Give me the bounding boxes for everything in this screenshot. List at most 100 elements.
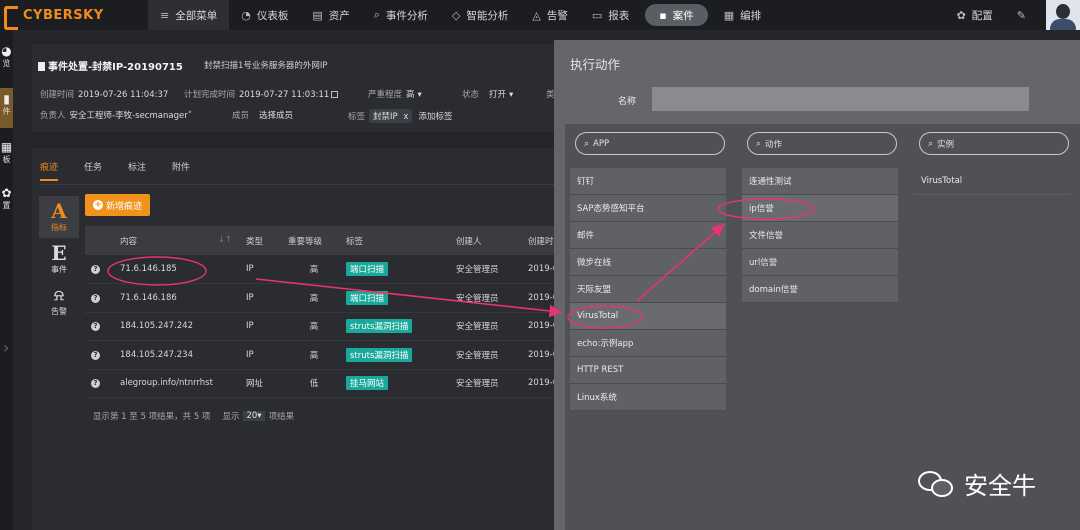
row-time: 2019-0 (522, 369, 554, 398)
incident-description: 封禁扫描1号业务服务器的外网IP (204, 61, 328, 71)
logo[interactable]: CYBERSKY (0, 0, 148, 30)
instance-list: VirusTotal (914, 168, 1070, 195)
tool-indicators[interactable]: A 指标 (39, 196, 79, 238)
row-time: 2019-0 (522, 312, 554, 341)
members-select[interactable]: 成员 选择成员 (232, 109, 293, 121)
app-item-mail[interactable]: 邮件 (570, 222, 726, 249)
tab-annotations[interactable]: 标注 (128, 160, 146, 181)
tab-attachments[interactable]: 附件 (172, 160, 190, 181)
question-icon[interactable]: ? (91, 265, 100, 274)
table-row[interactable]: ? 184.105.247.242 IP 高 struts漏洞扫描 安全管理员 … (85, 312, 554, 341)
calendar-icon[interactable] (331, 91, 339, 98)
meta-label: 状态 (462, 90, 480, 100)
add-trace-button[interactable]: + 新增痕迹 (85, 194, 151, 216)
app-item-tianji[interactable]: 天际友盟 (570, 276, 726, 303)
severity-select[interactable]: 严重程度高 ▾ (368, 88, 422, 100)
nav-dashboard[interactable]: ◔ 仪表板 (229, 0, 300, 30)
watermark: 安全牛 (918, 466, 1036, 501)
tag-text: 封禁IP (373, 112, 398, 122)
action-item-domain-reputation[interactable]: domain信誉 (742, 276, 898, 303)
app-item-http-rest[interactable]: HTTP REST (570, 357, 726, 384)
table-row[interactable]: ? alegroup.info/ntnrrhst 网址 低 挂马网站 安全管理员… (85, 369, 554, 398)
rail-settings[interactable]: ✿ 置 (0, 186, 13, 211)
sort-icon[interactable]: ↓↑ (218, 235, 232, 245)
nav-all-menu[interactable]: ≡ 全部菜单 (148, 0, 230, 30)
rail-cases[interactable]: ▮ 件 (0, 88, 13, 128)
col-tags[interactable]: 标签 (340, 226, 450, 255)
table-row[interactable]: ? 71.6.146.186 IP 高 端口扫描 安全管理员 2019-0 (85, 283, 554, 313)
avatar[interactable] (1046, 0, 1080, 30)
row-content[interactable]: 71.6.146.185 (114, 255, 240, 284)
nav-orchestration[interactable]: ▦ 编排 (712, 0, 773, 30)
owner-select[interactable]: 负责人 安全工程师-李牧-secmanager˅ (40, 109, 192, 121)
col-created-time[interactable]: 创建时 (522, 226, 554, 255)
table-row[interactable]: ? 184.105.247.234 IP 高 struts漏洞扫描 安全管理员 … (85, 340, 554, 370)
app-item-virustotal[interactable]: VirusTotal (570, 303, 726, 330)
question-icon[interactable]: ? (91, 350, 100, 360)
tab-traces[interactable]: 痕迹 (40, 160, 59, 181)
row-content[interactable]: 71.6.146.186 (114, 283, 240, 313)
app-item-dingtalk[interactable]: 钉钉 (570, 168, 726, 195)
nav-label: 智能分析 (466, 9, 509, 22)
col-level[interactable]: 重要等级 (282, 226, 340, 255)
table-row[interactable]: ? 71.6.146.185 IP 高 端口扫描 安全管理员 2019-0 (85, 255, 554, 284)
table-footer: 显示第 1 至 5 项结果，共 5 项 显示 20▾ 项结果 (93, 410, 294, 422)
tag-chip[interactable]: 封禁IP x (369, 109, 413, 123)
chevron-right-icon[interactable]: › (3, 338, 9, 357)
diamond-icon: ◇ (451, 8, 461, 22)
app-item-linux[interactable]: Linux系统 (570, 384, 726, 411)
app-item-threatbook[interactable]: 微步在线 (570, 249, 726, 276)
col-content[interactable]: 内容 ↓↑ (114, 226, 240, 255)
row-tag: 端口扫描 (346, 290, 389, 305)
close-icon[interactable]: x (403, 112, 408, 122)
page-size-select[interactable]: 20▾ (243, 411, 265, 421)
nav-alerts[interactable]: ◬ 告警 (520, 0, 579, 30)
col-creator[interactable]: 创建人 (450, 226, 522, 255)
nav-settings[interactable]: ✿ 配置 (945, 0, 1005, 30)
app-search-input[interactable]: ⌕ APP (575, 132, 725, 155)
gear-icon: ✿ (1, 186, 12, 200)
row-info-cell: ? (85, 312, 114, 341)
instance-search-input[interactable]: ⌕ 实例 (919, 132, 1069, 155)
row-content[interactable]: 184.105.247.242 (114, 312, 240, 341)
status-select[interactable]: 状态 打开 ▾ (462, 88, 513, 100)
action-item-ip-reputation[interactable]: ip信誉 (742, 195, 898, 222)
row-content[interactable]: 184.105.247.234 (114, 340, 240, 370)
tags-field[interactable]: 标签 封禁IP x 添加标签 (348, 109, 452, 123)
row-tag: 挂马网站 (346, 376, 389, 391)
nav-assets[interactable]: ▤ 资产 (300, 0, 361, 30)
add-tag-link[interactable]: 添加标签 (418, 112, 452, 122)
action-item-file-reputation[interactable]: 文件信誉 (742, 222, 898, 249)
action-search-input[interactable]: ⌕ 动作 (747, 132, 897, 155)
row-type: 网址 (240, 369, 282, 398)
instance-item-virustotal[interactable]: VirusTotal (914, 168, 1070, 195)
tool-alerts[interactable]: ⍾ 告警 (39, 280, 79, 322)
wrench-button[interactable]: ✎ (1005, 0, 1038, 30)
tabs-divider (40, 184, 554, 185)
meta-label: 计划完成时间 (184, 90, 236, 100)
question-icon[interactable]: ? (91, 322, 100, 332)
nav-event-analysis[interactable]: ⌕ 事件分析 (362, 0, 440, 30)
question-icon[interactable]: ? (91, 293, 100, 303)
planned-time[interactable]: 计划完成时间 2019-07-27 11:03:11 (184, 88, 339, 100)
app-item-echo[interactable]: echo:示例app (570, 330, 726, 357)
rail-overview[interactable]: ◕ 览 (0, 44, 13, 69)
col-type[interactable]: 类型 (240, 226, 282, 255)
page-size-label: 显示 (222, 412, 240, 422)
nav-label: 报表 (608, 9, 630, 22)
question-icon[interactable]: ? (91, 379, 100, 389)
action-item-url-reputation[interactable]: url信誉 (742, 249, 898, 276)
table-header: 内容 ↓↑ 类型 重要等级 标签 创建人 创建时 (85, 226, 554, 255)
app-item-sap[interactable]: SAP态势感知平台 (570, 195, 726, 222)
rail-board[interactable]: ▦ 板 (0, 140, 13, 165)
nav-smart-analysis[interactable]: ◇ 智能分析 (440, 0, 520, 30)
action-item-connectivity[interactable]: 连通性测试 (742, 168, 898, 195)
row-content[interactable]: alegroup.info/ntnrrhst (114, 369, 240, 398)
nav-reports[interactable]: ▭ 报表 (580, 0, 641, 30)
tool-events[interactable]: E 事件 (39, 238, 79, 280)
name-input[interactable] (652, 87, 1029, 111)
watermark-text: 安全牛 (964, 472, 1036, 500)
nav-cases[interactable]: ▪ 案件 (645, 4, 708, 26)
tab-tasks[interactable]: 任务 (84, 160, 102, 181)
meta-label: 创建时间 (40, 90, 75, 100)
